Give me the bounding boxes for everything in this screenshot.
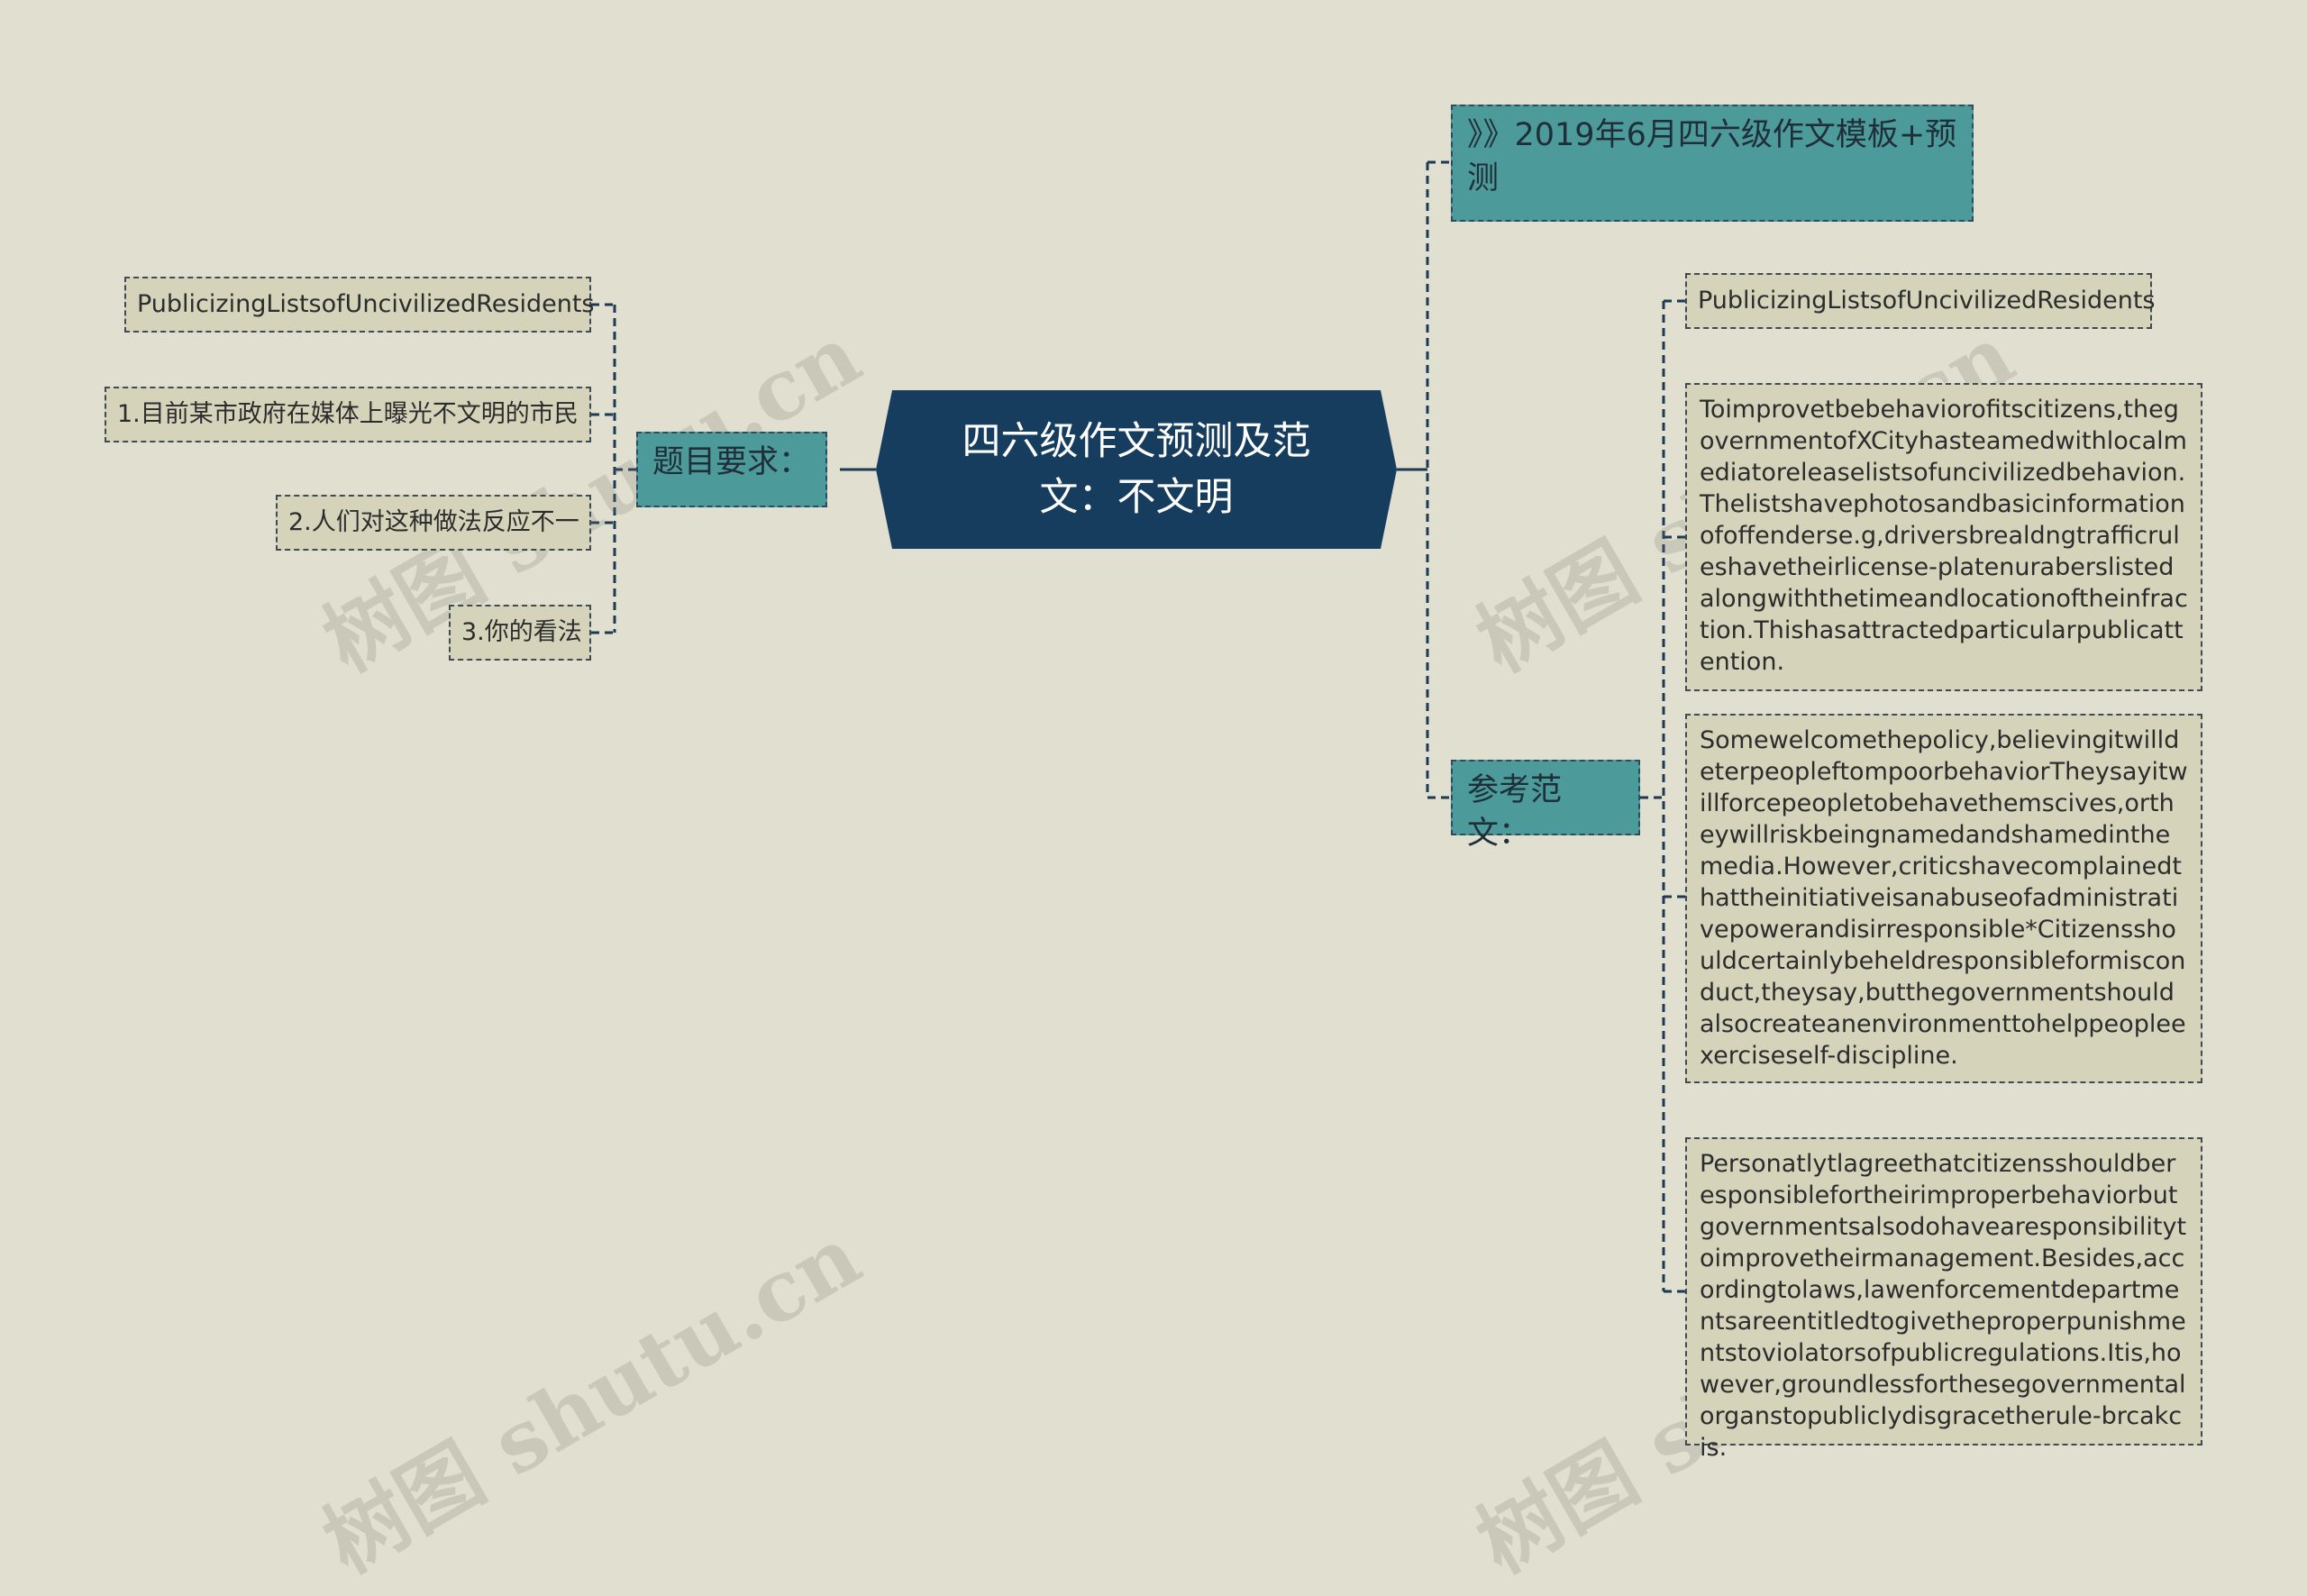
branch-topic-sample-essay[interactable]: 参考范文： [1451,760,1640,852]
essay-paragraph[interactable]: Personatlytlagreethatcitizensshouldberes… [1685,1137,2202,1462]
branch-topic-requirements[interactable]: 题目要求： [636,432,827,507]
requirement-item[interactable]: 1.目前某市政府在媒体上曝光不文明的市民 [105,387,591,442]
essay-paragraph[interactable]: Toimprovetbebehaviorofitscitizens,thegov… [1685,383,2202,691]
central-topic-title: 四六级作文预测及范文：不文明 [962,419,1311,520]
essay-title[interactable]: PublicizingListsofUncivilizedResidents [1685,273,2156,329]
requirement-item[interactable]: 3.你的看法 [449,605,591,661]
essay-paragraph[interactable]: Somewelcomethepolicy,believingitwilldete… [1685,714,2202,1083]
requirement-item[interactable]: 2.人们对这种做法反应不一 [276,495,591,551]
related-link-node[interactable]: 》》2019年6月四六级作文模板+预测 [1451,105,1974,222]
central-topic[interactable]: 四六级作文预测及范文：不文明 [876,390,1397,549]
requirement-item[interactable]: PublicizingListsofUncivilizedResidents [124,277,595,333]
